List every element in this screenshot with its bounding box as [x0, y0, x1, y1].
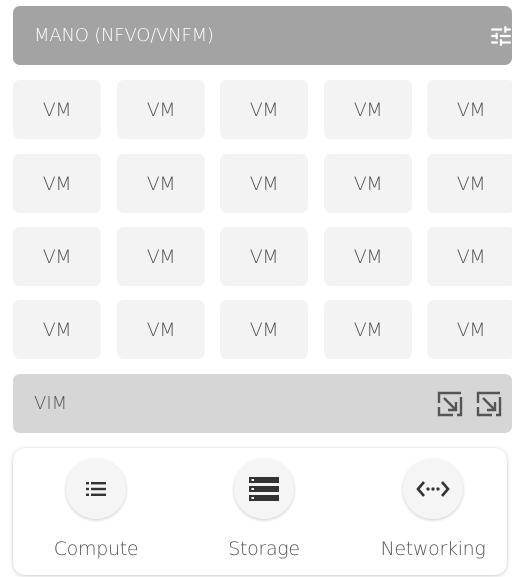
- open-in-full-icon[interactable]: [476, 391, 502, 417]
- vm-tile[interactable]: VM: [13, 227, 101, 286]
- vm-label: VM: [353, 318, 383, 341]
- vm-tile[interactable]: VM: [13, 80, 101, 139]
- vm-label: VM: [146, 98, 176, 121]
- vm-label: VM: [146, 245, 176, 268]
- infrastructure-panel: Compute Storage Networking: [13, 448, 507, 575]
- vm-label: VM: [249, 318, 279, 341]
- vm-label: VM: [249, 172, 279, 195]
- vm-tile[interactable]: VM: [220, 154, 308, 213]
- vm-tile[interactable]: VM: [324, 80, 412, 139]
- vm-tile[interactable]: VM: [117, 227, 205, 286]
- vm-label: VM: [353, 245, 383, 268]
- storage-icon: [249, 477, 279, 501]
- vm-tile[interactable]: VM: [324, 154, 412, 213]
- vm-tile[interactable]: VM: [324, 227, 412, 286]
- vm-tile[interactable]: VM: [220, 227, 308, 286]
- vm-label: VM: [42, 98, 72, 121]
- networking-button[interactable]: [403, 459, 463, 519]
- vm-tile[interactable]: VM: [427, 80, 512, 139]
- vm-label: VM: [456, 318, 486, 341]
- vm-label: VM: [146, 172, 176, 195]
- vm-label: VM: [353, 98, 383, 121]
- vm-tile[interactable]: VM: [220, 80, 308, 139]
- settings-ethernet-icon: [416, 481, 450, 497]
- vm-grid: VM VM VM VM VM VM VM VM VM VM VM VM VM V…: [13, 80, 512, 360]
- compute-label: Compute: [53, 538, 139, 560]
- tune-icon[interactable]: [488, 23, 512, 49]
- vm-tile[interactable]: VM: [324, 300, 412, 359]
- vm-label: VM: [456, 172, 486, 195]
- list-icon: [86, 482, 106, 496]
- storage-label: Storage: [228, 538, 300, 560]
- vm-label: VM: [146, 318, 176, 341]
- vm-tile[interactable]: VM: [427, 227, 512, 286]
- vm-label: VM: [456, 98, 486, 121]
- compute-item[interactable]: Compute: [16, 448, 176, 575]
- vm-tile[interactable]: VM: [13, 300, 101, 359]
- vm-tile[interactable]: VM: [427, 300, 512, 359]
- vm-label: VM: [353, 172, 383, 195]
- vm-label: VM: [42, 245, 72, 268]
- vm-tile[interactable]: VM: [117, 154, 205, 213]
- vm-label: VM: [249, 98, 279, 121]
- vm-tile[interactable]: VM: [13, 154, 101, 213]
- compute-button[interactable]: [66, 459, 126, 519]
- vim-header: VIM: [13, 374, 512, 433]
- networking-label: Networking: [380, 538, 486, 560]
- vm-label: VM: [249, 245, 279, 268]
- networking-item[interactable]: Networking: [353, 448, 512, 575]
- vm-tile[interactable]: VM: [117, 300, 205, 359]
- vm-tile[interactable]: VM: [117, 80, 205, 139]
- storage-item[interactable]: Storage: [184, 448, 344, 575]
- vm-label: VM: [42, 318, 72, 341]
- vm-label: VM: [42, 172, 72, 195]
- vim-title: VIM: [34, 393, 68, 414]
- open-in-full-icon[interactable]: [437, 391, 463, 417]
- storage-button[interactable]: [234, 459, 294, 519]
- mano-header: MANO (NFVO/VNFM): [13, 6, 512, 65]
- vm-tile[interactable]: VM: [220, 300, 308, 359]
- vm-tile[interactable]: VM: [427, 154, 512, 213]
- vm-label: VM: [456, 245, 486, 268]
- mano-title: MANO (NFVO/VNFM): [34, 25, 214, 46]
